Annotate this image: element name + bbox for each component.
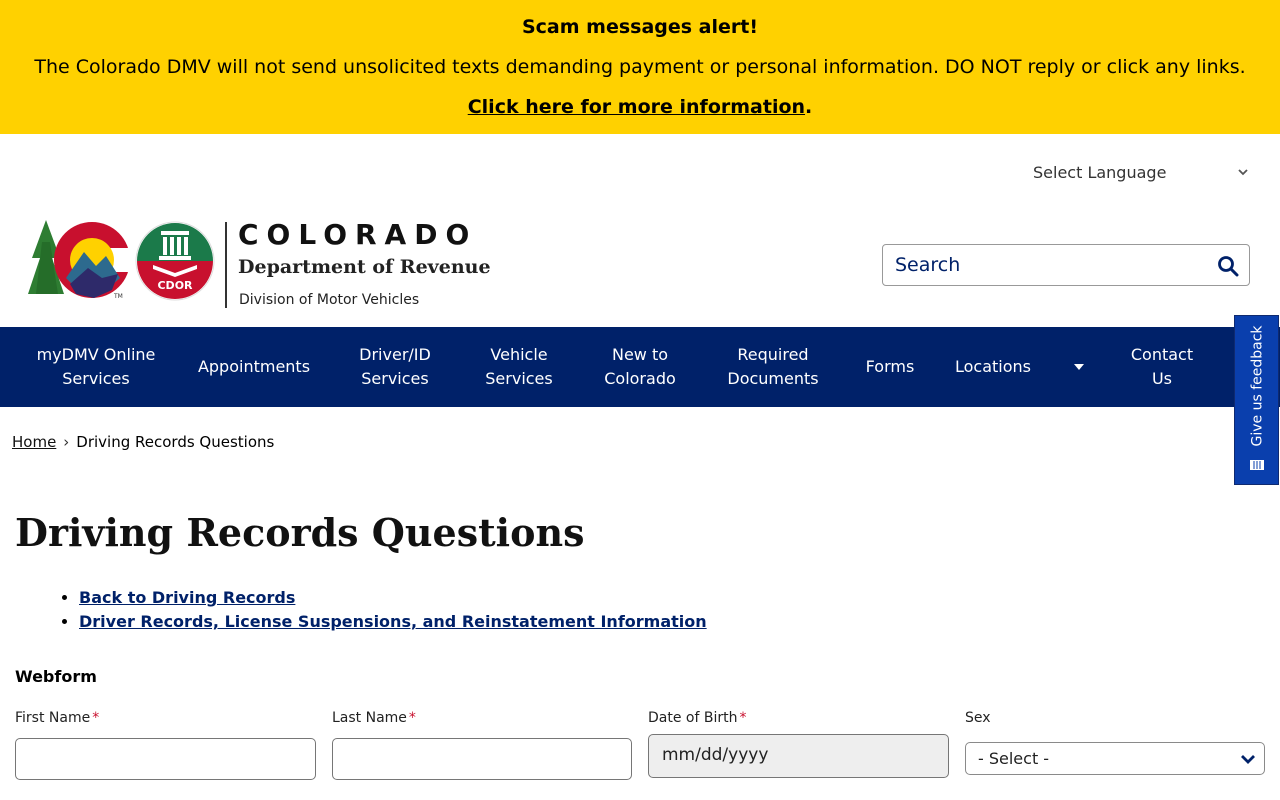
sex-select-value: - Select - — [978, 749, 1050, 768]
sex-label: Sex — [965, 710, 991, 726]
first-name-label: First Name * — [15, 710, 100, 726]
nav-item-driver-id-services[interactable]: Driver/ID Services — [340, 327, 450, 407]
nav-item-vehicle-services[interactable]: Vehicle Services — [468, 327, 570, 407]
breadcrumb-current: Driving Records Questions — [76, 433, 275, 451]
sex-select[interactable]: - Select - — [965, 742, 1265, 775]
chevron-down-icon — [1238, 169, 1248, 176]
required-mark: * — [739, 710, 747, 726]
list-item: Driver Records, License Suspensions, and… — [79, 610, 707, 634]
logo-department-name: Department of Revenue — [238, 256, 491, 278]
language-select[interactable]: Select Language — [1020, 156, 1260, 188]
required-mark: * — [408, 710, 416, 726]
language-select-label: Select Language — [1033, 162, 1167, 182]
webform-heading: Webform — [15, 667, 97, 686]
feedback-tab-label: Give us feedback — [1249, 325, 1266, 447]
svg-text:CDOR: CDOR — [157, 279, 193, 292]
related-links-list: Back to Driving Records Driver Records, … — [58, 586, 707, 634]
last-name-label: Last Name * — [332, 710, 416, 726]
search-input[interactable] — [895, 253, 1215, 277]
site-search — [882, 244, 1250, 286]
date-of-birth-field[interactable]: mm/dd/yyyy — [648, 734, 949, 778]
logo-divider — [225, 222, 227, 308]
nav-item-appointments[interactable]: Appointments — [184, 327, 324, 407]
date-of-birth-placeholder: mm/dd/yyyy — [662, 745, 769, 765]
cdor-dmv-logo[interactable]: TM CDOR COLORADO Department of Revenue D… — [28, 218, 491, 310]
nav-item-required-documents[interactable]: Required Documents — [712, 327, 834, 407]
back-to-driving-records-link[interactable]: Back to Driving Records — [79, 588, 295, 607]
nav-item-locations[interactable]: Locations — [944, 327, 1042, 407]
main-nav: myDMV Online Services Appointments Driver… — [0, 327, 1280, 407]
breadcrumb-home-link[interactable]: Home — [12, 433, 56, 451]
date-of-birth-label: Date of Birth * — [648, 710, 747, 726]
nav-item-forms[interactable]: Forms — [852, 327, 928, 407]
locations-dropdown-toggle[interactable] — [1069, 359, 1089, 375]
nav-item-contact-us[interactable]: Contact Us — [1116, 327, 1208, 407]
feedback-tab[interactable]: Give us feedback — [1234, 315, 1279, 485]
chevron-down-icon — [1241, 755, 1255, 764]
page-title: Driving Records Questions — [15, 510, 585, 555]
colorado-c-logo-icon: TM — [28, 220, 133, 300]
search-icon[interactable] — [1217, 255, 1239, 277]
required-mark: * — [92, 710, 100, 726]
driver-records-info-link[interactable]: Driver Records, License Suspensions, and… — [79, 612, 707, 631]
cdor-seal-icon: CDOR — [135, 221, 215, 301]
alert-link-suffix: . — [805, 96, 813, 118]
alert-link-line: Click here for more information. — [0, 95, 1280, 119]
alert-title: Scam messages alert! — [521, 16, 759, 38]
svg-text:TM: TM — [113, 293, 123, 300]
breadcrumb: Home › Driving Records Questions — [12, 432, 274, 452]
feedback-icon — [1250, 460, 1264, 470]
nav-item-mydmv-online-services[interactable]: myDMV Online Services — [22, 327, 170, 407]
alert-message: The Colorado DMV will not send unsolicit… — [34, 56, 1246, 78]
list-item: Back to Driving Records — [79, 586, 707, 610]
nav-item-new-to-colorado[interactable]: New to Colorado — [588, 327, 692, 407]
logo-state-name: COLORADO — [238, 218, 478, 251]
breadcrumb-separator: › — [63, 433, 70, 451]
last-name-field[interactable] — [332, 738, 632, 780]
alert-more-info-link[interactable]: Click here for more information — [468, 96, 805, 118]
scam-alert-banner: Scam messages alert! The Colorado DMV wi… — [0, 0, 1280, 134]
logo-division-name: Division of Motor Vehicles — [239, 292, 420, 308]
first-name-field[interactable] — [15, 738, 316, 780]
caret-down-icon — [1074, 364, 1084, 370]
